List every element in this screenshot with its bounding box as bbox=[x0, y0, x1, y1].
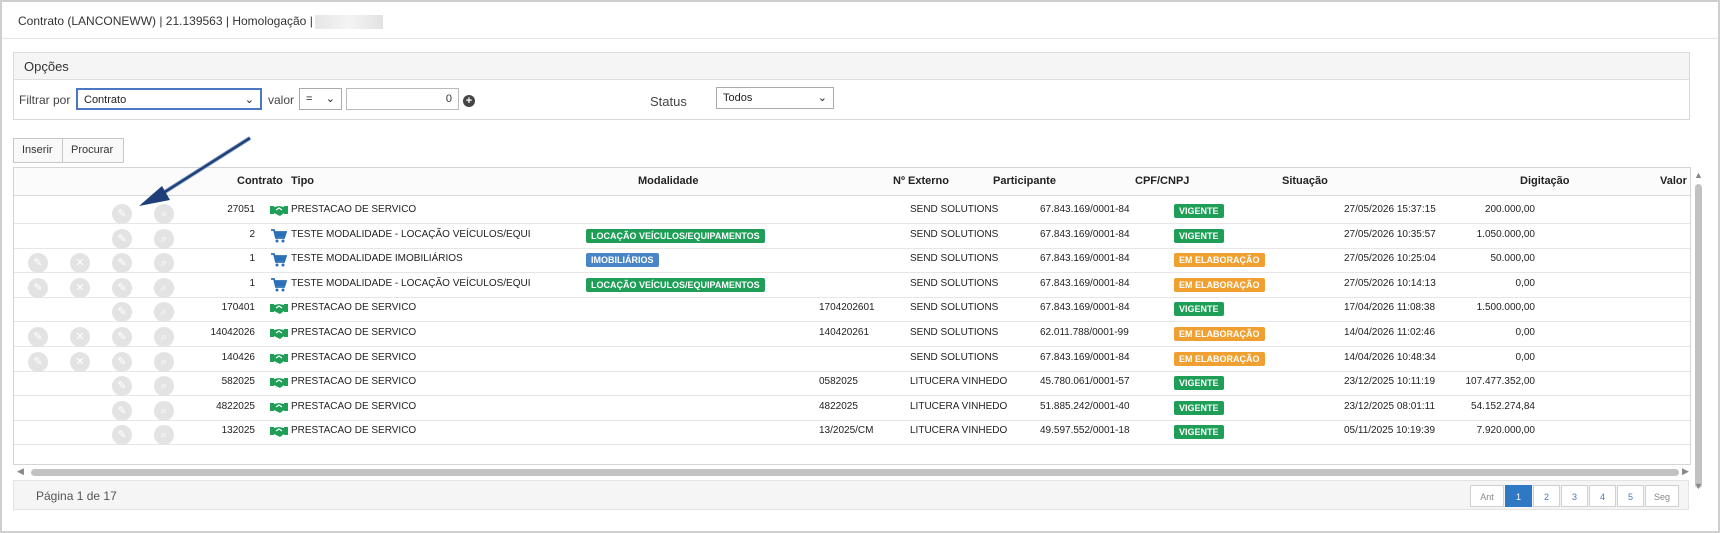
vertical-scrollbar[interactable]: ▲ ▼ bbox=[1692, 170, 1704, 492]
pager-5[interactable]: 5 bbox=[1617, 485, 1644, 507]
pager-1[interactable]: 1 bbox=[1505, 485, 1532, 507]
pager-3[interactable]: 3 bbox=[1561, 485, 1588, 507]
annotation-arrow bbox=[139, 136, 252, 206]
pager-seg[interactable]: Seg bbox=[1645, 485, 1679, 507]
scroll-left-icon[interactable]: ◀ bbox=[17, 466, 24, 477]
pager-ant[interactable]: Ant bbox=[1470, 485, 1504, 507]
grid-footer: Página 1 de 17 bbox=[13, 480, 1689, 510]
scroll-right-icon[interactable]: ▶ bbox=[1682, 466, 1689, 477]
horizontal-scroll-thumb[interactable] bbox=[31, 469, 1679, 476]
pager-2[interactable]: 2 bbox=[1533, 485, 1560, 507]
scroll-up-icon[interactable]: ▲ bbox=[1694, 170, 1703, 180]
vertical-scroll-thumb[interactable] bbox=[1695, 184, 1702, 488]
horizontal-scrollbar[interactable]: ◀ ▶ bbox=[13, 466, 1689, 478]
page-indicator: Página 1 de 17 bbox=[36, 489, 117, 503]
scroll-down-icon[interactable]: ▼ bbox=[1694, 481, 1703, 491]
pager-4[interactable]: 4 bbox=[1589, 485, 1616, 507]
